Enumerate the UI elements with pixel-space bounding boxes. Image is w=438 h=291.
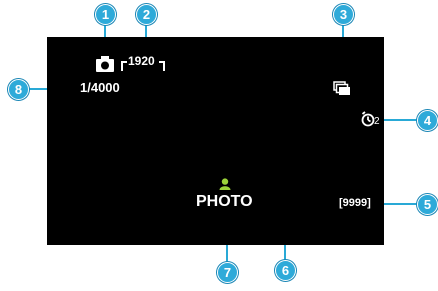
remaining-shots-label: [9999] xyxy=(339,197,371,209)
callout-7: 7 xyxy=(217,262,238,283)
callout-5: 5 xyxy=(417,194,438,215)
face-priority-icon xyxy=(219,178,231,190)
image-size-label: 1920 xyxy=(128,54,155,68)
shutter-speed-label: 1/4000 xyxy=(80,80,120,95)
callout-8: 8 xyxy=(8,79,29,100)
self-timer-value: 2 xyxy=(374,116,380,127)
callout-6: 6 xyxy=(275,260,296,281)
self-timer-icon xyxy=(361,111,375,127)
callout-1: 1 xyxy=(95,4,116,25)
callout-4: 4 xyxy=(417,110,438,131)
continuous-shooting-icon xyxy=(333,81,350,95)
camera-icon xyxy=(96,56,114,72)
record-mode-label: PHOTO xyxy=(196,193,253,210)
callout-3: 3 xyxy=(333,4,354,25)
callout-2: 2 xyxy=(136,4,157,25)
